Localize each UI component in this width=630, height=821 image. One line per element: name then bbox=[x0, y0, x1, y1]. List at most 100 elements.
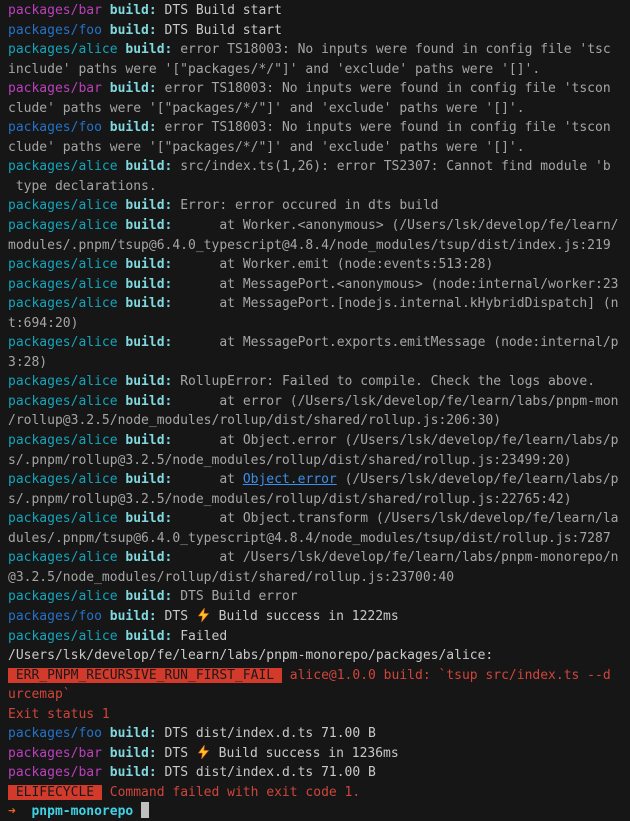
prompt-arrow-icon: ➜ bbox=[8, 804, 16, 819]
terminal-text: build: bbox=[125, 42, 172, 57]
terminal-text: build: bbox=[125, 257, 172, 272]
terminal-line: packages/alice build: RollupError: Faile… bbox=[8, 372, 630, 392]
terminal-text: build: bbox=[110, 81, 157, 96]
terminal-text: at Worker.emit (node:events:513:28) bbox=[172, 257, 493, 272]
terminal-text: build: bbox=[125, 472, 172, 487]
terminal-text: at MessagePort.<anonymous> (node:interna… bbox=[172, 277, 618, 292]
terminal-line: packages/alice build: at /Users/lsk/deve… bbox=[8, 548, 630, 568]
terminal-line: /rollup@3.2.5/node_modules/rollup/dist/s… bbox=[8, 411, 630, 431]
terminal-output[interactable]: packages/bar build: DTS Build startpacka… bbox=[0, 0, 630, 821]
terminal-line: packages/alice build: DTS Build error bbox=[8, 587, 630, 607]
terminal-text bbox=[16, 804, 32, 819]
terminal-text: DTS bbox=[157, 746, 196, 761]
terminal-text: packages/bar bbox=[8, 746, 110, 761]
terminal-text: packages/alice bbox=[8, 589, 125, 604]
terminal-text: error TS18003: No inputs were found in c… bbox=[157, 81, 611, 96]
terminal-text: build: bbox=[110, 726, 157, 741]
terminal-text: t:694:20) bbox=[8, 316, 78, 331]
terminal-text: packages/alice bbox=[8, 629, 125, 644]
terminal-line: @3.2.5/node_modules/rollup/dist/shared/r… bbox=[8, 568, 630, 588]
terminal-text: DTS dist/index.d.ts 71.00 B bbox=[157, 726, 376, 741]
terminal-text: build: bbox=[125, 374, 172, 389]
terminal-text: 3:28) bbox=[8, 355, 47, 370]
terminal-text: /Users/lsk/develop/fe/learn/labs/pnpm-mo… bbox=[8, 648, 493, 663]
terminal-line: packages/alice build: at MessagePort.[no… bbox=[8, 294, 630, 314]
terminal-text: packages/alice bbox=[8, 472, 125, 487]
terminal-text: at MessagePort.exports.emitMessage (node… bbox=[172, 335, 618, 350]
file-link[interactable]: Object.error bbox=[243, 472, 337, 487]
terminal-line: Exit status 1 bbox=[8, 705, 630, 725]
terminal-text: packages/alice bbox=[8, 42, 125, 57]
terminal-text: alice@1.0.0 build: `tsup src/index.ts --… bbox=[282, 668, 611, 683]
terminal-line: clude' paths were '["packages/*/"]' and … bbox=[8, 138, 630, 158]
terminal-line: packages/bar build: error TS18003: No in… bbox=[8, 79, 630, 99]
terminal-line: include' paths were '["packages/*/"]' an… bbox=[8, 60, 630, 80]
terminal-text: at /Users/lsk/develop/fe/learn/labs/pnpm… bbox=[172, 550, 618, 565]
terminal-line: dules/.pnpm/tsup@6.4.0_typescript@4.8.4/… bbox=[8, 529, 630, 549]
terminal-line: packages/bar build: DTS dist/index.d.ts … bbox=[8, 763, 630, 783]
terminal-line: packages/alice build: at error (/Users/l… bbox=[8, 392, 630, 412]
terminal-line: packages/alice build: at MessagePort.exp… bbox=[8, 333, 630, 353]
terminal-line: packages/alice build: at Worker.emit (no… bbox=[8, 255, 630, 275]
terminal-text: packages/alice bbox=[8, 218, 125, 233]
terminal-text: packages/foo bbox=[8, 609, 110, 624]
terminal-line: clude' paths were '["packages/*/"]' and … bbox=[8, 99, 630, 119]
prompt-line: ➜ pnpm-monorepo bbox=[8, 802, 630, 821]
terminal-line: s/.pnpm/rollup@3.2.5/node_modules/rollup… bbox=[8, 490, 630, 510]
prompt-directory: pnpm-monorepo bbox=[31, 804, 133, 819]
terminal-text: @3.2.5/node_modules/rollup/dist/shared/r… bbox=[8, 570, 454, 585]
terminal-text: clude' paths were '["packages/*/"]' and … bbox=[8, 101, 525, 116]
terminal-text: src/index.ts(1,26): error TS2307: Cannot… bbox=[172, 159, 610, 174]
terminal-text: build: bbox=[125, 198, 172, 213]
terminal-text: (/Users/lsk/develop/fe/learn/labs/p bbox=[337, 472, 619, 487]
terminal-text: at Worker.<anonymous> (/Users/lsk/develo… bbox=[172, 218, 618, 233]
terminal-text: urcemap` bbox=[8, 687, 71, 702]
terminal-text: build: bbox=[125, 218, 172, 233]
terminal-text: Build success in 1236ms bbox=[211, 746, 399, 761]
terminal-text: Failed bbox=[172, 629, 227, 644]
terminal-text: dules/.pnpm/tsup@6.4.0_typescript@4.8.4/… bbox=[8, 531, 611, 546]
lightning-bolt-icon bbox=[196, 746, 211, 761]
terminal-line: type declarations. bbox=[8, 177, 630, 197]
terminal-text: at bbox=[172, 472, 242, 487]
terminal-text: packages/bar bbox=[8, 765, 110, 780]
terminal-text: packages/foo bbox=[8, 726, 110, 741]
terminal-text: RollupError: Failed to compile. Check th… bbox=[172, 374, 595, 389]
terminal-text: build: bbox=[125, 550, 172, 565]
terminal-text: packages/foo bbox=[8, 120, 110, 135]
terminal-text: s/.pnpm/rollup@3.2.5/node_modules/rollup… bbox=[8, 492, 572, 507]
terminal-text: error TS18003: No inputs were found in c… bbox=[172, 42, 610, 57]
terminal-line: ELIFECYCLE Command failed with exit code… bbox=[8, 783, 630, 803]
terminal-text: DTS Build start bbox=[157, 23, 282, 38]
terminal-text: build: bbox=[110, 746, 157, 761]
terminal-line: packages/foo build: DTS dist/index.d.ts … bbox=[8, 724, 630, 744]
terminal-line: packages/alice build: at MessagePort.<an… bbox=[8, 275, 630, 295]
terminal-line: s/.pnpm/rollup@3.2.5/node_modules/rollup… bbox=[8, 451, 630, 471]
terminal-text: type declarations. bbox=[8, 179, 157, 194]
terminal-text: packages/alice bbox=[8, 277, 125, 292]
terminal-text: packages/alice bbox=[8, 198, 125, 213]
terminal-line: modules/.pnpm/tsup@6.4.0_typescript@4.8.… bbox=[8, 236, 630, 256]
terminal-line: packages/alice build: at Worker.<anonymo… bbox=[8, 216, 630, 236]
terminal-text: build: bbox=[125, 159, 172, 174]
terminal-text: build: bbox=[125, 277, 172, 292]
terminal-text: build: bbox=[110, 3, 157, 18]
terminal-text: Error: error occured in dts build bbox=[172, 198, 438, 213]
terminal-text: packages/alice bbox=[8, 374, 125, 389]
terminal-text: DTS bbox=[157, 609, 196, 624]
terminal-text: DTS Build start bbox=[157, 3, 282, 18]
terminal-text: at Object.error (/Users/lsk/develop/fe/l… bbox=[172, 433, 618, 448]
error-badge: ERR_PNPM_RECURSIVE_RUN_FIRST_FAIL bbox=[8, 668, 282, 683]
terminal-text: packages/alice bbox=[8, 296, 125, 311]
terminal-text: s/.pnpm/rollup@3.2.5/node_modules/rollup… bbox=[8, 453, 572, 468]
terminal-line: packages/bar build: DTS Build start bbox=[8, 1, 630, 21]
terminal-line: 3:28) bbox=[8, 353, 630, 373]
terminal-text: DTS Build error bbox=[172, 589, 297, 604]
terminal-line: packages/alice build: at Object.transfor… bbox=[8, 509, 630, 529]
terminal-text: build: bbox=[125, 589, 172, 604]
terminal-text: build: bbox=[110, 765, 157, 780]
terminal-text: clude' paths were '["packages/*/"]' and … bbox=[8, 140, 525, 155]
terminal-text: packages/bar bbox=[8, 3, 110, 18]
terminal-line: packages/foo build: error TS18003: No in… bbox=[8, 118, 630, 138]
terminal-text: build: bbox=[125, 335, 172, 350]
